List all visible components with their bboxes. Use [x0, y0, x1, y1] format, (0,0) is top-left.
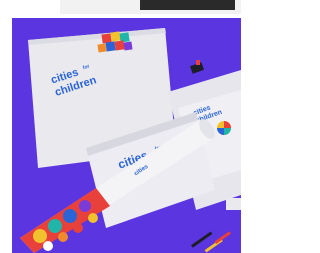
- binder-clip: [189, 60, 205, 74]
- stationery-mockup: cities for children cities children citi…: [20, 28, 241, 253]
- photo-scene: cities for children cities children citi…: [0, 0, 241, 253]
- pens: [191, 231, 231, 253]
- card-logo-circle: [217, 121, 231, 135]
- swatch-card: [226, 198, 241, 210]
